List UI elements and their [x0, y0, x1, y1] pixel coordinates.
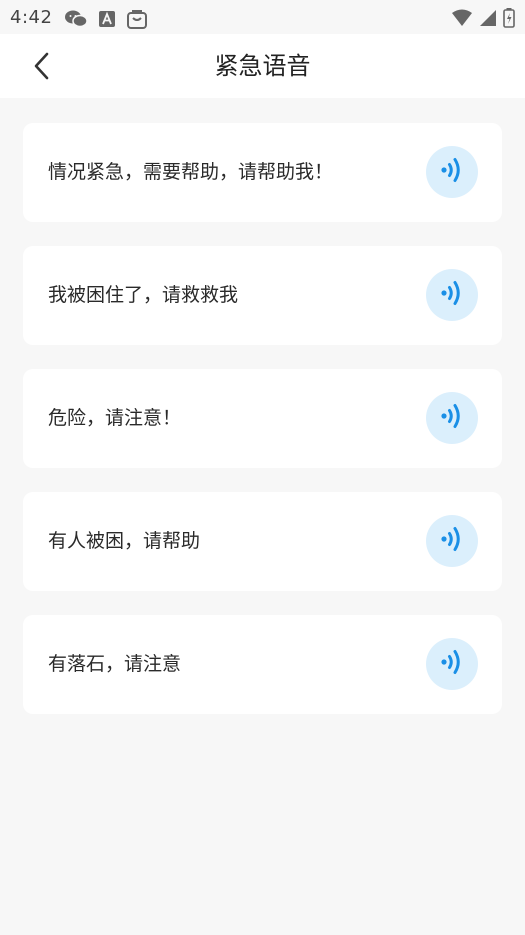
phrase-text: 有人被困，请帮助 — [48, 530, 201, 552]
page-title: 紧急语音 — [214, 52, 311, 80]
speaker-wave-icon — [437, 647, 467, 681]
phrase-text: 我被困住了，请救救我 — [48, 284, 239, 306]
speaker-wave-icon — [437, 401, 467, 435]
speaker-wave-icon — [437, 278, 467, 312]
back-button[interactable] — [22, 48, 62, 88]
status-time: 4:42 — [10, 7, 53, 28]
battery-charging-icon — [503, 8, 515, 32]
play-voice-button[interactable] — [426, 392, 478, 444]
phrase-card[interactable]: 有人被困，请帮助 — [23, 492, 502, 591]
play-voice-button[interactable] — [426, 515, 478, 567]
play-voice-button[interactable] — [426, 269, 478, 321]
play-voice-button[interactable] — [426, 146, 478, 198]
wechat-icon — [64, 9, 88, 33]
phrase-card[interactable]: 危险，请注意！ — [23, 369, 502, 468]
signal-icon — [479, 9, 497, 31]
phrase-text: 危险，请注意！ — [48, 407, 182, 429]
status-bar: 4:42 — [0, 0, 525, 34]
status-system-icons — [451, 8, 515, 32]
phrase-text: 情况紧急，需要帮助，请帮助我！ — [48, 161, 334, 183]
store-icon — [126, 8, 148, 34]
status-notification-icons — [64, 8, 148, 34]
speaker-wave-icon — [437, 155, 467, 189]
navigation-bar: 紧急语音 — [0, 34, 525, 98]
play-voice-button[interactable] — [426, 638, 478, 690]
phrase-list: 情况紧急，需要帮助，请帮助我！ 我被困住了，请救救我 危险，请注意！ 有人被困，… — [23, 123, 502, 738]
speaker-wave-icon — [437, 524, 467, 558]
phrase-text: 有落石，请注意 — [48, 653, 182, 675]
chevron-left-icon — [32, 51, 52, 85]
phrase-card[interactable]: 有落石，请注意 — [23, 615, 502, 714]
phrase-card[interactable]: 我被困住了，请救救我 — [23, 246, 502, 345]
font-a-icon — [98, 10, 116, 32]
phrase-card[interactable]: 情况紧急，需要帮助，请帮助我！ — [23, 123, 502, 222]
wifi-icon — [451, 9, 473, 31]
